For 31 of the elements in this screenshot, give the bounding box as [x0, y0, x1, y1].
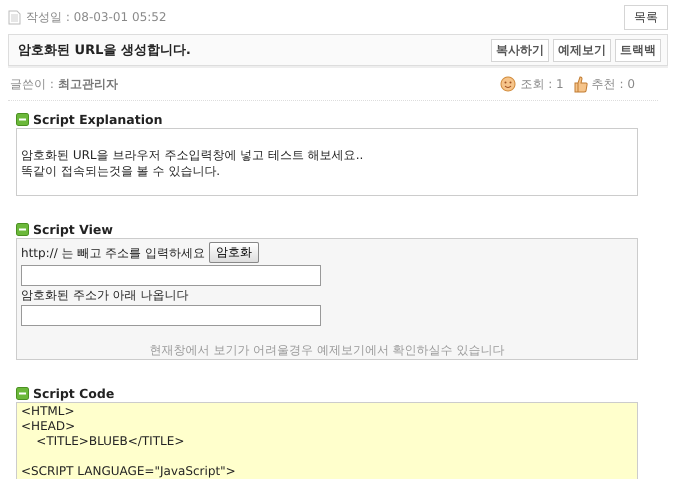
post-date: 작성일 : 08-03-01 05:52	[26, 8, 168, 26]
url-prompt: http:// 는 빼고 주소를 입력하세요	[21, 244, 206, 260]
code-line: <HEAD>	[21, 419, 76, 434]
author-name: 최고관리자	[58, 76, 118, 92]
collapse-icon[interactable]	[16, 112, 29, 126]
view-note: 현재창에서 보기가 어려울경우 예제보기에서 확인하실수 있습니다	[148, 342, 506, 358]
title-button[interactable]: 복사하기	[491, 38, 549, 62]
recommend-count: 추천 : 0	[592, 76, 635, 92]
section-heading: Script Explanation	[33, 112, 162, 126]
explanation-text: 암호화된 URL을 브라우저 주소입력창에 넣고 테스트 해보세요..	[21, 147, 364, 163]
explanation-text: 똑같이 접속되는것을 볼 수 있습니다.	[21, 163, 222, 179]
collapse-icon[interactable]	[16, 386, 29, 400]
code-line: <SCRIPT LANGUAGE="JavaScript">	[21, 464, 237, 479]
url-input-field[interactable]	[21, 265, 321, 286]
title-button[interactable]: 예제보기	[553, 38, 611, 62]
smiley-icon	[500, 76, 516, 92]
code-line: <HTML>	[21, 404, 76, 419]
code-line: <TITLE>BLUEB</TITLE>	[35, 434, 186, 449]
section-heading: Script View	[33, 222, 113, 236]
collapse-icon[interactable]	[16, 222, 29, 236]
list-button[interactable]: 목록	[624, 4, 668, 30]
document-icon	[8, 10, 21, 24]
title-button[interactable]: 트랙백	[615, 38, 661, 62]
author-label: 글쓴이 :	[10, 76, 54, 92]
post-title: 암호화된 URL을 생성합니다.	[18, 42, 192, 59]
section-heading: Script Code	[33, 386, 114, 400]
view-count: 조회 : 1	[520, 76, 564, 92]
result-label: 암호화된 주소가 아래 나옵니다	[21, 287, 190, 303]
thumbs-up-icon	[574, 75, 588, 93]
result-field[interactable]	[21, 305, 321, 326]
encrypt-button[interactable]: 암호화	[209, 242, 260, 263]
